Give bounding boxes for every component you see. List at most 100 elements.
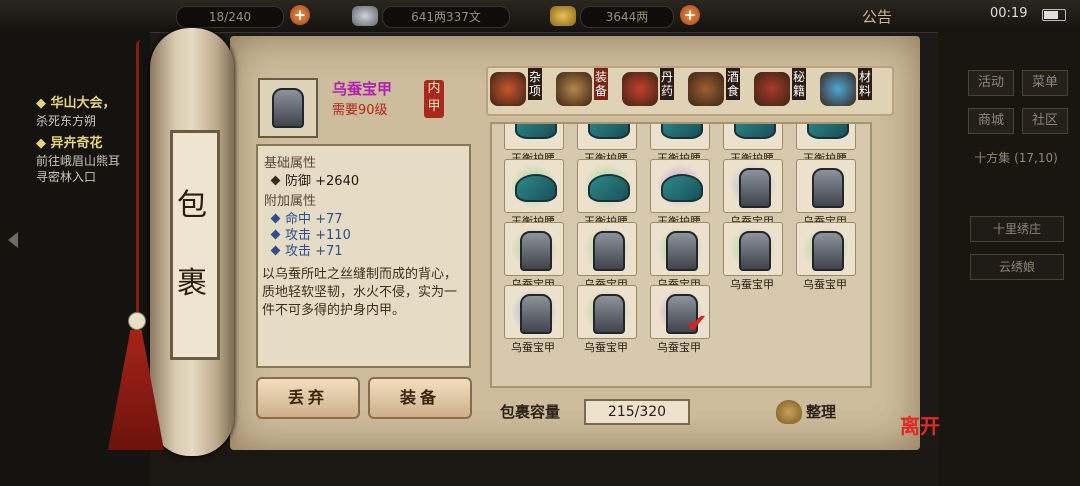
extra-stat-3: 攻击 +71 xyxy=(270,240,343,259)
stamina-value: 18/240 xyxy=(208,10,252,24)
item-description: 以乌蚕所吐之丝缝制而成的背心，质地轻软坚韧，水火不侵，实为一件不可多得的护身内甲… xyxy=(262,267,458,318)
inventory-slot[interactable] xyxy=(577,159,637,213)
selected-item-icon xyxy=(258,78,318,138)
tab-label: 装备 xyxy=(594,68,608,100)
item-name-label: 乌蚕宝甲 xyxy=(511,341,555,354)
menu-button[interactable]: 菜单 xyxy=(1022,70,1068,96)
armor-icon xyxy=(593,231,625,271)
belt-icon xyxy=(588,174,630,202)
inventory-slot[interactable] xyxy=(650,159,710,213)
armor-icon xyxy=(812,168,844,208)
quest-title-2[interactable]: ◆ 异卉奇花 xyxy=(36,132,103,151)
armor-icon xyxy=(520,294,552,334)
tab-label: 材料 xyxy=(858,68,872,100)
item-name-label: 乌蚕宝甲 xyxy=(730,278,774,291)
tab-label: 酒食 xyxy=(726,68,740,100)
misc-icon xyxy=(490,72,526,106)
inventory-slot[interactable] xyxy=(577,285,637,339)
item-name-label: 乌蚕宝甲 xyxy=(803,278,847,291)
inventory-slot[interactable] xyxy=(504,222,564,276)
battery-icon xyxy=(1042,9,1066,21)
npc-button-2[interactable]: 云绣娘 xyxy=(970,254,1064,280)
base-stat-defense: 防御 +2640 xyxy=(270,170,359,189)
location-label: 十方集 (17,10) xyxy=(974,151,1058,165)
armor-icon xyxy=(593,294,625,334)
bottom-menu-bar xyxy=(150,448,938,486)
base-attr-header: 基础属性 xyxy=(264,156,317,171)
armor-icon xyxy=(666,231,698,271)
add-stamina-button[interactable]: + xyxy=(290,5,310,25)
tassel-bead xyxy=(128,312,146,330)
bag-title-panel xyxy=(170,130,220,360)
equipment-tab[interactable]: 装备 xyxy=(556,66,614,112)
inventory-slot[interactable] xyxy=(723,159,783,213)
equip-button[interactable]: 装备 xyxy=(368,377,472,419)
inventory-slot[interactable] xyxy=(796,159,856,213)
inventory-slot[interactable] xyxy=(796,124,856,150)
medicine-tab[interactable]: 丹药 xyxy=(622,66,680,112)
gold-value: 3644两 xyxy=(605,10,649,24)
belt-icon xyxy=(515,124,557,139)
slot-badge: 内甲 xyxy=(424,80,444,118)
belt-icon xyxy=(807,124,849,139)
money-bag-icon[interactable] xyxy=(776,400,802,424)
activity-button[interactable]: 活动 xyxy=(968,70,1014,96)
stamina-display: 18/240 xyxy=(176,6,284,28)
quest-title-1[interactable]: ◆ 华山大会， xyxy=(36,92,116,111)
manual-icon xyxy=(754,72,790,106)
inventory-slot[interactable] xyxy=(650,222,710,276)
inventory-grid: 玉衡护腰玉衡护腰玉衡护腰玉衡护腰玉衡护腰玉衡护腰玉衡护腰玉衡护腰乌蚕宝甲乌蚕宝甲… xyxy=(490,122,872,388)
belt-icon xyxy=(734,124,776,139)
material-icon xyxy=(820,72,856,106)
inventory-slot[interactable] xyxy=(650,124,710,150)
collapse-arrow-icon[interactable] xyxy=(8,232,18,248)
copper-coin-icon xyxy=(352,6,378,26)
capacity-value: 215/320 xyxy=(584,399,690,425)
belt-icon xyxy=(661,174,703,202)
medicine-icon xyxy=(622,72,658,106)
selected-item-level: 需要90级 xyxy=(332,103,388,118)
notice-button[interactable]: 公告 xyxy=(862,6,892,27)
selected-item-name: 乌蚕宝甲 xyxy=(332,80,393,98)
tassel-string xyxy=(136,40,145,320)
item-name-label: 乌蚕宝甲 xyxy=(584,341,628,354)
misc-tab[interactable]: 杂项 xyxy=(490,66,548,112)
quest-desc-2b: 寻密林入口 xyxy=(36,170,97,184)
inventory-slot[interactable] xyxy=(796,222,856,276)
item-name-label: 乌蚕宝甲 xyxy=(657,341,701,354)
quest-desc-1: 杀死东方朔 xyxy=(36,114,97,128)
discard-button[interactable]: 丢弃 xyxy=(256,377,360,419)
inventory-slot[interactable] xyxy=(504,159,564,213)
armor-icon xyxy=(812,231,844,271)
capacity-label: 包裹容量 xyxy=(500,403,561,421)
gold-display: 3644两 xyxy=(580,6,674,28)
shop-button[interactable]: 商城 xyxy=(968,108,1014,134)
inventory-slot[interactable] xyxy=(504,285,564,339)
leave-button[interactable]: 离开 xyxy=(898,404,942,448)
inventory-slot[interactable] xyxy=(723,124,783,150)
copper-value: 641两337文 xyxy=(411,10,481,24)
material-tab[interactable]: 材料 xyxy=(820,66,878,112)
copper-display: 641两337文 xyxy=(382,6,510,28)
npc-button-1[interactable]: 十里绣庄 xyxy=(970,216,1064,242)
bag-title-char-1: 包 xyxy=(177,188,207,223)
selected-check-icon: ✔ xyxy=(686,309,708,339)
inventory-slot[interactable] xyxy=(504,124,564,150)
belt-icon xyxy=(661,124,703,139)
inventory-slot[interactable] xyxy=(723,222,783,276)
armor-icon xyxy=(739,168,771,208)
food-tab[interactable]: 酒食 xyxy=(688,66,746,112)
inventory-slot[interactable] xyxy=(577,124,637,150)
sort-button[interactable]: 整理 xyxy=(806,401,836,422)
extra-attr-header: 附加属性 xyxy=(264,194,317,209)
community-button[interactable]: 社区 xyxy=(1022,108,1068,134)
top-status-bar xyxy=(0,0,1080,33)
belt-icon xyxy=(515,174,557,202)
equipment-icon xyxy=(556,72,592,106)
manual-tab[interactable]: 秘籍 xyxy=(754,66,812,112)
add-gold-button[interactable]: + xyxy=(680,5,700,25)
inventory-slot[interactable] xyxy=(577,222,637,276)
tab-label: 丹药 xyxy=(660,68,674,100)
belt-icon xyxy=(588,124,630,139)
clock: 00:19 xyxy=(990,6,1028,21)
